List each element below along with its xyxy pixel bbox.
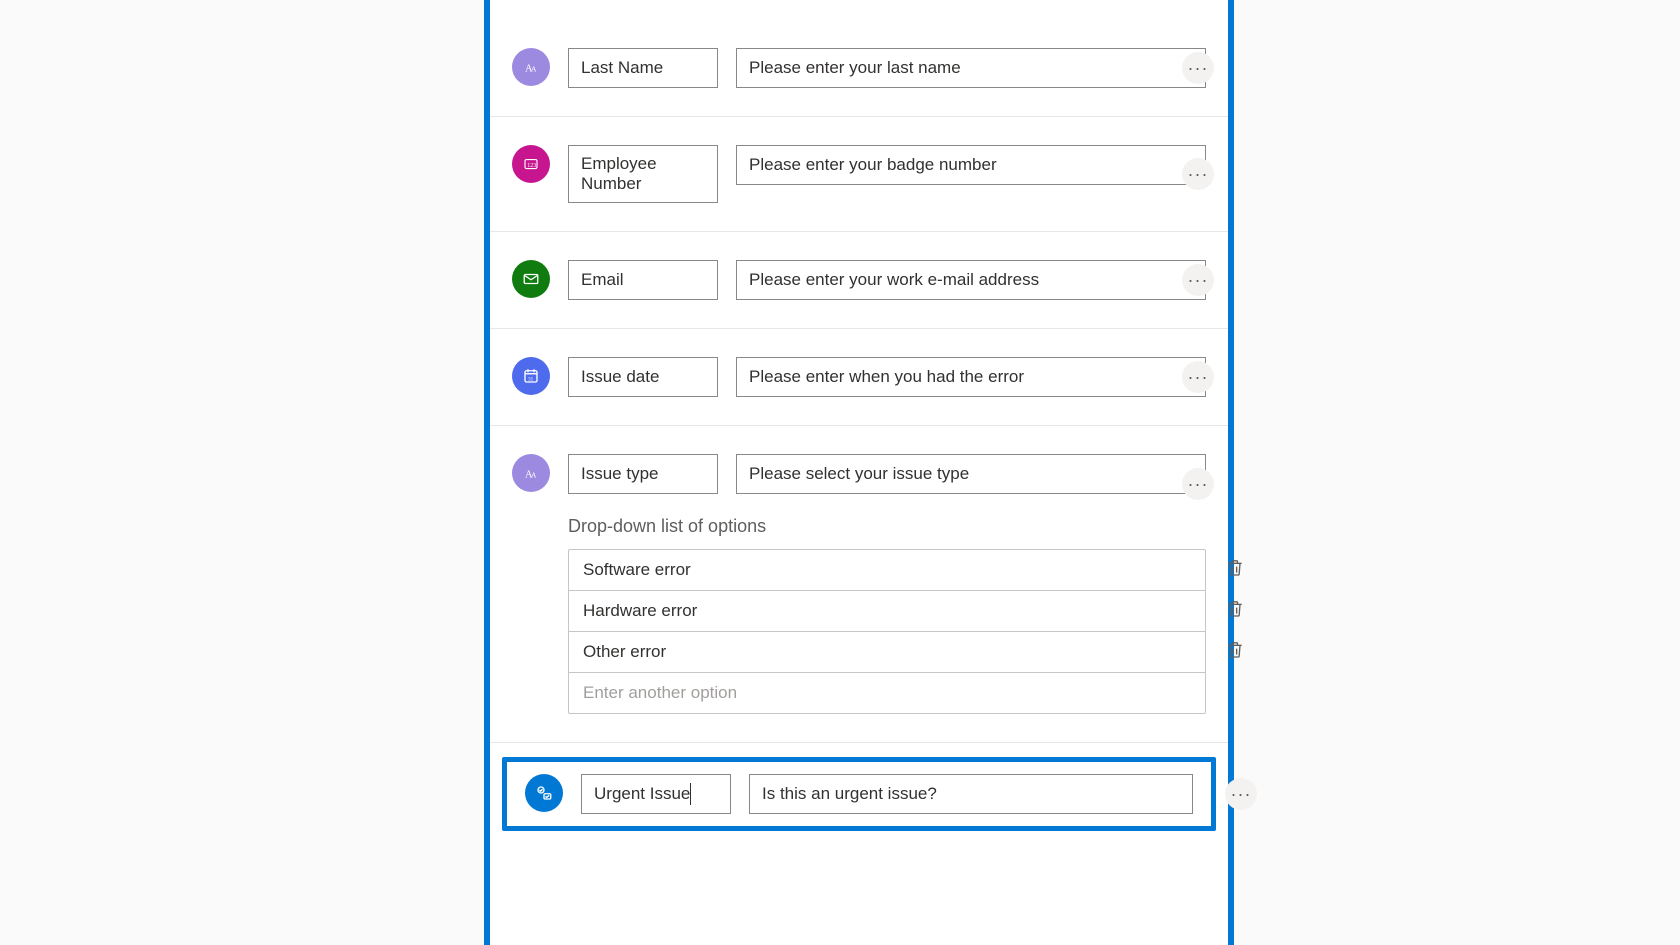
dropdown-option-text: Software error [569,550,1205,590]
field-prompt-input[interactable]: Please enter when you had the error [736,357,1206,397]
field-row-main: 31 Issue date Please enter when you had th… [512,357,1206,397]
field-row[interactable]: Email Please enter your work e-mail addre… [490,232,1228,329]
dropdown-add-option[interactable]: Enter another option [569,673,1205,713]
dropdown-add-option-placeholder: Enter another option [569,673,1205,713]
dropdown-options-list: Software errorHardware errorOther errorE… [568,549,1206,714]
svg-text:31: 31 [528,377,534,383]
more-options-button[interactable]: ··· [1182,264,1214,296]
field-prompt-input[interactable]: Please enter your work e-mail address [736,260,1206,300]
form-canvas: AALast NamePlease enter your last name··… [484,0,1234,945]
dropdown-section: Drop-down list of options Software errorH… [568,516,1206,714]
text-icon: AA [512,454,550,492]
more-options-button[interactable]: ··· [1182,158,1214,190]
field-row[interactable]: AA Issue type Please select your issue typ… [490,426,1228,743]
field-row-main: AA Last Name Please enter your last name [512,48,1206,88]
more-options-button[interactable]: ··· [1225,778,1257,810]
email-icon [512,260,550,298]
delete-option-button[interactable] [1225,640,1245,665]
text-caret [690,783,691,805]
field-row-main: AA Issue type Please select your issue typ… [512,454,1206,494]
field-row-main: 123 Employee Number Please enter your badg… [512,145,1206,203]
svg-text:123: 123 [527,163,536,169]
multichoice-icon [525,774,563,812]
field-row[interactable]: 123 Employee Number Please enter your badg… [490,117,1228,232]
dropdown-title: Drop-down list of options [568,516,1206,537]
field-prompt-input[interactable]: Please select your issue type [736,454,1206,494]
field-label-input[interactable]: Issue date [568,357,718,397]
dropdown-option-text: Hardware error [569,591,1205,631]
text-icon: AA [512,48,550,86]
dropdown-option-item[interactable]: Hardware error [569,591,1205,632]
svg-text:A: A [531,471,537,480]
number-icon: 123 [512,145,550,183]
field-row[interactable]: 31 Issue date Please enter when you had th… [490,329,1228,426]
field-prompt-input[interactable]: Please enter your last name [736,48,1206,88]
field-prompt-input[interactable]: Is this an urgent issue? [749,774,1193,814]
field-label-input[interactable]: Urgent Issue [581,774,731,814]
delete-option-button[interactable] [1225,599,1245,624]
dropdown-option-item[interactable]: Other error [569,632,1205,673]
field-label-input[interactable]: Last Name [568,48,718,88]
field-row-main: Urgent Issue Is this an urgent issue? [525,774,1193,814]
field-label-input[interactable]: Employee Number [568,145,718,203]
more-options-button[interactable]: ··· [1182,361,1214,393]
dropdown-option-text: Other error [569,632,1205,672]
delete-option-button[interactable] [1225,558,1245,583]
more-options-button[interactable]: ··· [1182,468,1214,500]
date-icon: 31 [512,357,550,395]
field-prompt-input[interactable]: Please enter your badge number [736,145,1206,185]
dropdown-option-item[interactable]: Software error [569,550,1205,591]
field-row[interactable]: Urgent IssueIs this an urgent issue?··· [502,757,1216,831]
field-label-input[interactable]: Email [568,260,718,300]
field-label-input[interactable]: Issue type [568,454,718,494]
svg-text:A: A [531,65,537,74]
field-label-text: Urgent Issue [594,784,690,804]
field-row[interactable]: AA Last Name Please enter your last name··… [490,20,1228,117]
field-row-main: Email Please enter your work e-mail addre… [512,260,1206,300]
more-options-button[interactable]: ··· [1182,52,1214,84]
